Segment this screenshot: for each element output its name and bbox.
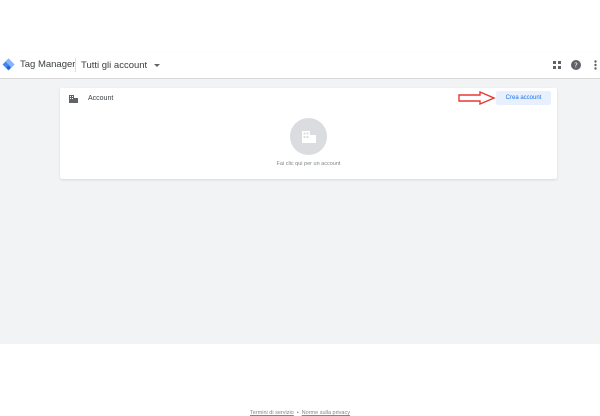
empty-state-illustration [290,118,327,155]
account-picker-label: Tutti gli account [81,59,148,71]
main-content: Account Crea account Fai clic qui per un… [0,79,600,416]
top-app-bar: Tag Manager Tutti gli account ? [0,52,600,79]
account-picker[interactable]: Tutti gli account [81,58,161,72]
product-name[interactable]: Tag Manager [20,59,75,70]
create-account-button[interactable]: Crea account [496,91,551,105]
annotation-arrow-icon [458,91,496,105]
svg-text:?: ? [574,62,578,70]
accounts-card: Account Crea account Fai clic qui per un… [60,88,557,179]
terms-link[interactable]: Termini di servizio [250,410,294,416]
empty-state-text[interactable]: Fai clic qui per un account [60,161,557,167]
building-icon [301,130,316,143]
help-icon[interactable]: ? [571,59,581,71]
footer-separator: • [296,410,299,416]
tag-manager-logo-icon[interactable] [2,58,15,71]
privacy-link[interactable]: Norme sulla privacy [302,410,350,416]
card-title: Account [88,95,114,102]
footer: Termini di servizio • Norme sulla privacy [0,410,600,416]
header-divider [75,58,76,72]
building-icon [69,95,78,103]
more-vert-icon[interactable] [590,59,600,71]
apps-grid-icon[interactable] [552,59,562,71]
header-actions: ? [552,59,600,71]
chevron-down-icon [154,63,161,67]
